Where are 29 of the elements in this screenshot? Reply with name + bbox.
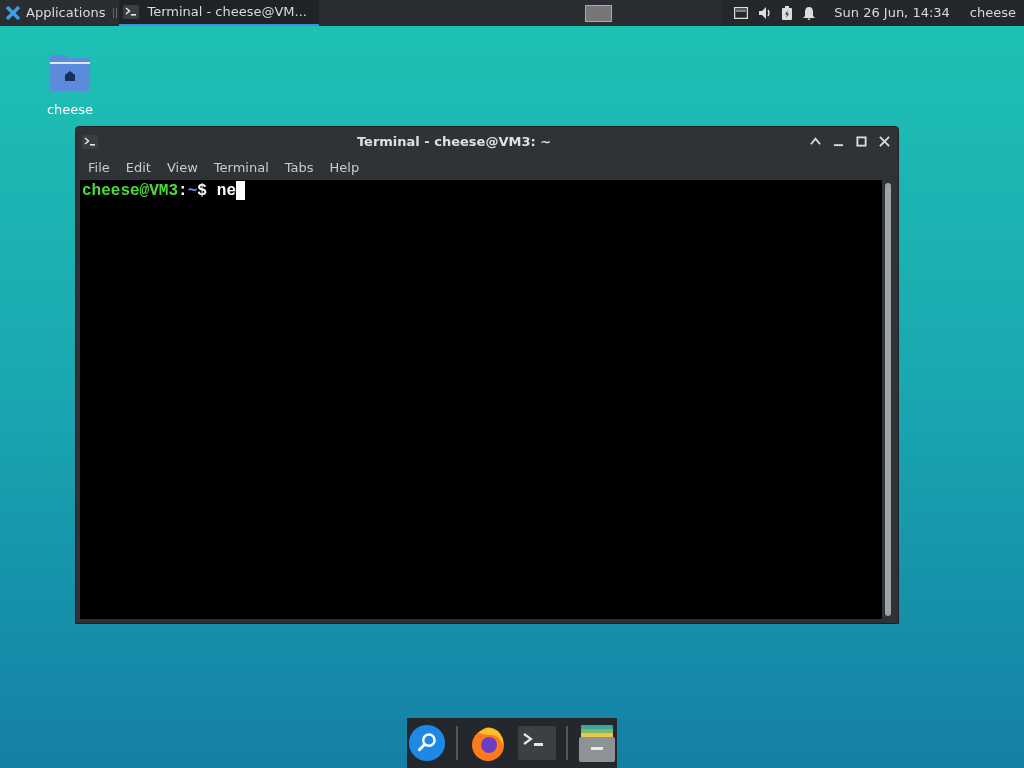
file-cabinet-icon[interactable] [578, 723, 616, 763]
clock[interactable]: Sun 26 Jun, 14:34 [834, 3, 950, 23]
shade-icon[interactable] [810, 136, 821, 147]
user-name[interactable]: cheese [969, 3, 1016, 23]
terminal-icon [82, 134, 98, 149]
menu-item[interactable]: Tabs [284, 158, 314, 178]
window-title: Terminal - cheese@VM3: ~ [355, 132, 553, 151]
scrollbar[interactable] [882, 180, 894, 619]
menu-item[interactable]: View [166, 158, 198, 178]
text-cursor [236, 181, 246, 200]
volume-icon[interactable] [758, 6, 773, 20]
workspace-switcher[interactable] [585, 4, 613, 22]
terminal-icon[interactable] [518, 726, 556, 760]
battery-icon[interactable] [782, 6, 793, 20]
search-icon[interactable] [408, 724, 446, 762]
close-icon[interactable] [879, 136, 890, 147]
applications-menu-button[interactable]: Applications [0, 0, 112, 26]
terminal-icon [123, 5, 140, 19]
terminal-prompt: cheese@VM3:~$ [82, 181, 207, 201]
menu-item[interactable]: Terminal [213, 158, 269, 178]
taskbar-button[interactable]: Terminal - cheese@VM... [119, 0, 320, 26]
terminal-input[interactable]: ne [216, 181, 237, 201]
x-logo-icon [6, 6, 20, 20]
menu-item[interactable]: Edit [125, 158, 151, 178]
notification-bell-icon[interactable] [802, 6, 817, 20]
menu-item[interactable]: File [88, 158, 110, 178]
maximize-icon[interactable] [856, 136, 867, 147]
home-folder-icon[interactable] [49, 54, 91, 92]
menu-item[interactable]: Help [329, 158, 360, 178]
